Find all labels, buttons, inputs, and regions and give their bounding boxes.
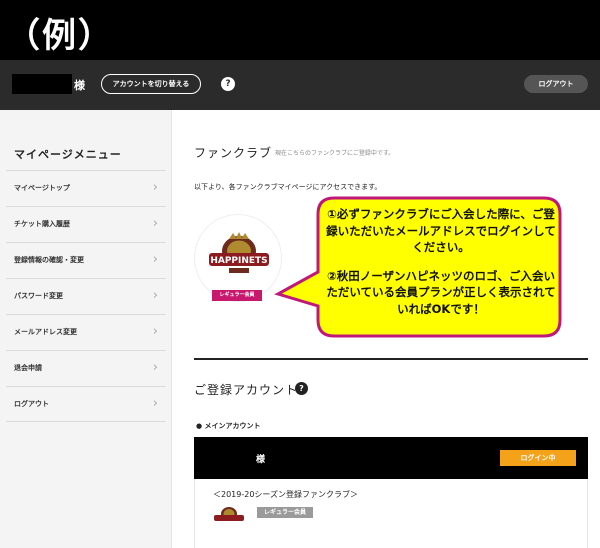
- help-icon[interactable]: ?: [221, 77, 235, 91]
- section-divider: [194, 358, 588, 360]
- chevron-right-icon: ›: [152, 396, 158, 411]
- sidebar-item-email-change[interactable]: メールアドレス変更 ›: [6, 314, 166, 350]
- chevron-right-icon: ›: [152, 360, 158, 375]
- sidebar-item-password-change[interactable]: パスワード変更 ›: [6, 278, 166, 314]
- registered-account-title: ご登録アカウント: [194, 383, 299, 397]
- user-honorific: 様: [74, 79, 85, 92]
- sidebar-item-label: 退会申請: [14, 364, 42, 372]
- fanclub-note: 現在こちらのファンクラブにご登録中です。: [275, 150, 395, 157]
- chevron-right-icon: ›: [152, 180, 158, 195]
- chevron-right-icon: ›: [152, 252, 158, 267]
- callout-line-2: ②秋田ノーザンハピネッツのロゴ、ご入会いただいている会員プランが正しく表示されて…: [326, 268, 556, 316]
- sidebar-menu: マイページトップ › チケット購入履歴 › 登録情報の確認・変更 › パスワード…: [6, 170, 166, 422]
- season-label: ＜2019-20シーズン登録ファンクラブ＞: [213, 490, 359, 499]
- membership-badge: レギュラー会員: [212, 290, 262, 301]
- chevron-right-icon: ›: [152, 288, 158, 303]
- sidebar-item-ticket-history[interactable]: チケット購入履歴 ›: [6, 206, 166, 242]
- account-honorific: 様: [256, 455, 266, 465]
- account-body: ＜2019-20シーズン登録ファンクラブ＞ レギュラー会員: [194, 479, 588, 548]
- main-account-label: ● メインアカウント: [196, 422, 261, 430]
- sidebar-item-logout[interactable]: ログアウト ›: [6, 386, 166, 422]
- sidebar-item-label: チケット購入履歴: [14, 220, 70, 228]
- happinets-small-logo-icon: [214, 507, 244, 521]
- sidebar: マイページメニュー マイページトップ › チケット購入履歴 › 登録情報の確認・…: [0, 110, 172, 548]
- access-text: 以下より、各ファンクラブマイページにアクセスできます。: [194, 183, 382, 191]
- sidebar-item-mypage-top[interactable]: マイページトップ ›: [6, 170, 166, 206]
- sidebar-item-label: 登録情報の確認・変更: [14, 256, 84, 264]
- switch-account-button[interactable]: アカウントを切り替える: [101, 74, 201, 94]
- chevron-right-icon: ›: [152, 216, 158, 231]
- login-status-badge: ログイン中: [500, 450, 576, 466]
- fanclub-title: ファンクラブ: [194, 146, 273, 160]
- callout-line-1: ①必ずファンクラブにご入会した際に、ご登録いただいたメールアドレスでログインして…: [326, 207, 556, 254]
- logout-button[interactable]: ログアウト: [524, 75, 588, 93]
- example-label: （例）: [6, 16, 114, 56]
- help-icon[interactable]: ?: [295, 382, 308, 395]
- example-banner: （例）: [0, 0, 600, 60]
- instruction-callout: ①必ずファンクラブにご入会した際に、ご登録いただいたメールアドレスでログインして…: [272, 194, 564, 340]
- top-bar: 様 アカウントを切り替える ? ログアウト: [0, 60, 600, 110]
- sidebar-item-withdraw[interactable]: 退会申請 ›: [6, 350, 166, 386]
- sidebar-item-label: メールアドレス変更: [14, 328, 77, 336]
- fanclub-logo-link[interactable]: HAPPINETS: [194, 214, 282, 302]
- sidebar-title: マイページメニュー: [14, 148, 122, 161]
- callout-text: ①必ずファンクラブにご入会した際に、ご登録いただいたメールアドレスでログインして…: [326, 206, 556, 317]
- chevron-right-icon: ›: [152, 324, 158, 339]
- sidebar-item-profile-edit[interactable]: 登録情報の確認・変更 ›: [6, 242, 166, 278]
- sidebar-item-label: マイページトップ: [14, 184, 70, 192]
- sidebar-item-label: パスワード変更: [14, 292, 63, 300]
- account-header-bar: 様 ログイン中: [194, 437, 588, 479]
- membership-badge-gray: レギュラー会員: [257, 507, 313, 518]
- logo-text: HAPPINETS: [210, 256, 267, 266]
- happinets-logo-icon: HAPPINETS: [209, 232, 269, 273]
- user-name-redacted: [12, 74, 72, 94]
- sidebar-item-label: ログアウト: [14, 400, 49, 408]
